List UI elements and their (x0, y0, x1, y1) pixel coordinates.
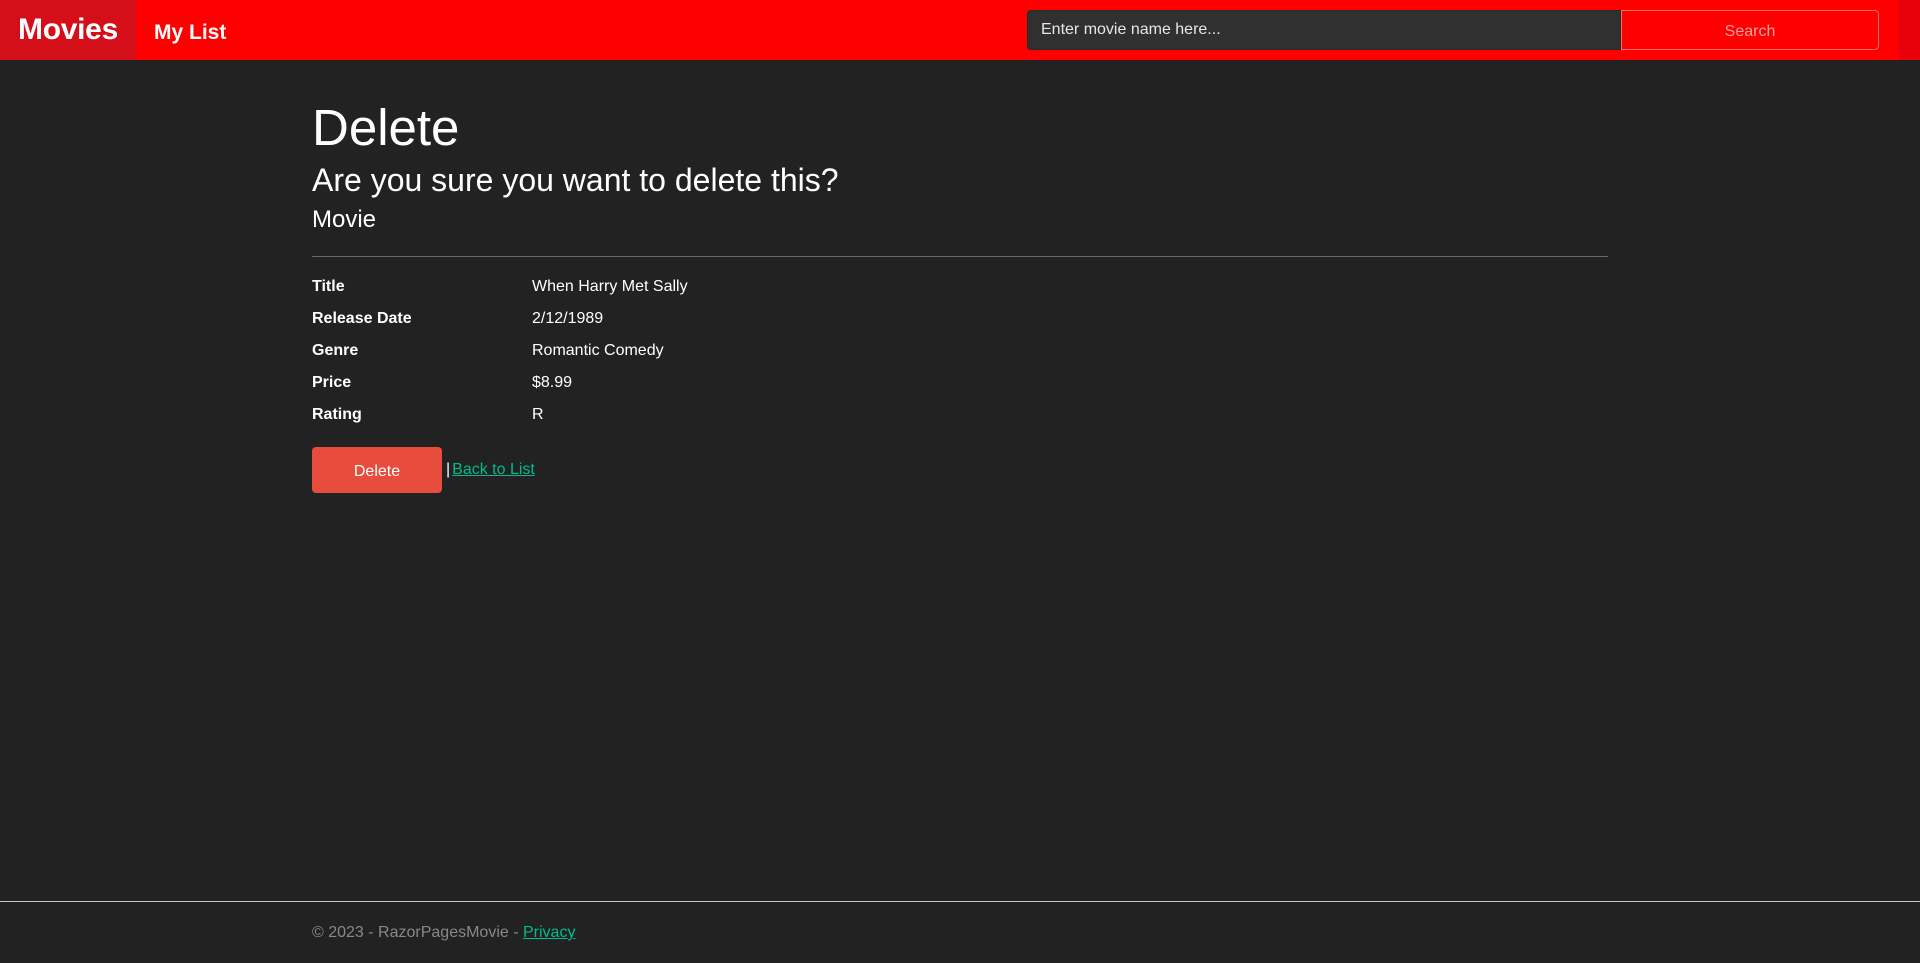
detail-label: Rating (312, 406, 362, 423)
navbar-edge (1898, 0, 1920, 60)
separator: | (446, 461, 451, 478)
search-input[interactable] (1027, 10, 1621, 50)
detail-label: Title (312, 278, 345, 295)
copyright-text: © 2023 - RazorPagesMovie - (312, 924, 523, 941)
detail-value: R (532, 406, 544, 423)
footer: © 2023 - RazorPagesMovie - Privacy (0, 901, 1920, 963)
search-form: Search (1027, 10, 1879, 50)
detail-label: Price (312, 374, 352, 391)
detail-label: Release Date (312, 310, 412, 327)
nav-link-my-list[interactable]: My List (154, 21, 226, 45)
footer-text: © 2023 - RazorPagesMovie - Privacy (312, 924, 575, 942)
confirm-message: Are you sure you want to delete this? (312, 162, 839, 198)
brand-link[interactable]: Movies (0, 0, 136, 60)
detail-value: $8.99 (532, 374, 573, 391)
search-button[interactable]: Search (1621, 10, 1879, 50)
detail-row-genre: Genre Romantic Comedy (312, 335, 1608, 367)
detail-label: Genre (312, 342, 359, 359)
delete-button[interactable]: Delete (312, 447, 442, 493)
page-title: Delete (312, 99, 460, 156)
main-content: Delete Are you sure you want to delete t… (312, 95, 1608, 493)
detail-row-rating: Rating R (312, 399, 1608, 431)
actions: Delete | Back to List (312, 447, 1608, 493)
divider (312, 256, 1608, 257)
back-to-list-link[interactable]: Back to List (452, 461, 535, 479)
privacy-link[interactable]: Privacy (523, 924, 575, 941)
detail-value: When Harry Met Sally (532, 278, 688, 295)
detail-row-price: Price $8.99 (312, 367, 1608, 399)
detail-value: Romantic Comedy (532, 342, 664, 359)
detail-row-title: Title When Harry Met Sally (312, 271, 1608, 303)
entity-heading: Movie (312, 206, 377, 233)
navbar: Movies My List Search (0, 0, 1920, 60)
detail-row-release-date: Release Date 2/12/1989 (312, 303, 1608, 335)
detail-value: 2/12/1989 (532, 310, 604, 327)
details-list: Title When Harry Met Sally Release Date … (312, 271, 1608, 431)
